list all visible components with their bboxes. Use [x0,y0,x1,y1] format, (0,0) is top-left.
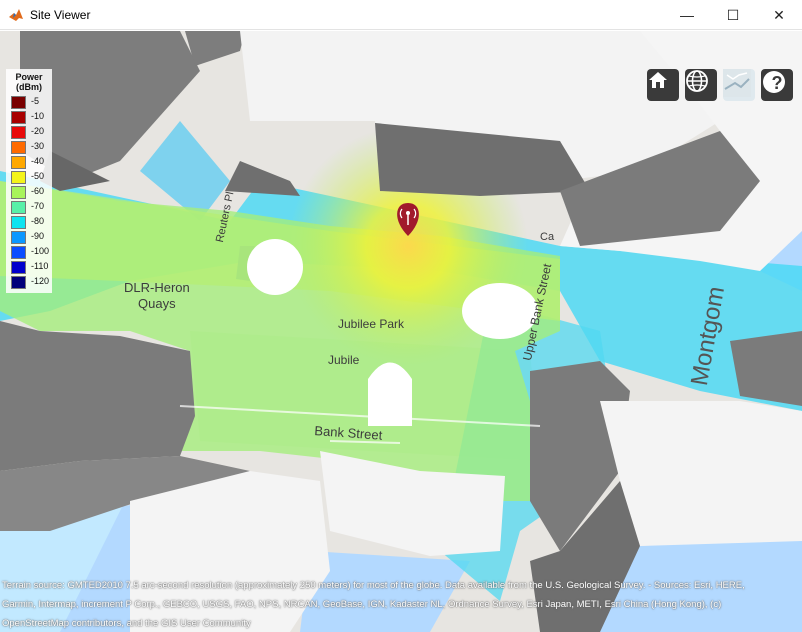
window-title: Site Viewer [30,8,91,22]
building-east-small [730,331,802,406]
maximize-icon: ☐ [726,6,740,23]
legend-row: -10 [11,110,51,124]
legend-row: -40 [11,155,51,169]
legend-label: -80 [31,216,45,226]
legend-swatch [11,111,26,124]
home-button[interactable] [647,69,679,101]
legend-row: -70 [11,200,51,214]
legend-label: -50 [31,171,45,181]
legend-row: -50 [11,170,51,184]
legend-row: -20 [11,125,51,139]
legend-row: -30 [11,140,51,154]
legend-swatch [11,246,26,259]
attribution-line-1: Terrain source: GMTED2010 7.5 arc-second… [2,580,745,591]
map-label-park-2: Jubile [328,353,360,367]
maximize-button[interactable]: ☐ [710,0,756,30]
legend-swatch [11,141,26,154]
legend-label: -120 [31,276,50,286]
legend-row: -100 [11,245,51,259]
legend-title-line-1: Power [15,72,43,82]
legend-title: Power (dBm) [6,72,52,92]
legend-swatch [11,231,26,244]
help-button[interactable]: ? [761,69,793,101]
power-legend: Power (dBm) -5 -10 -20 -30 -40 -50 -60 -70 -80 -9… [6,69,52,293]
map-label-ca: Ca [540,231,555,243]
map-label-quays: Quays [138,296,176,311]
legend-row: -5 [11,95,51,109]
legend-row: -60 [11,185,51,199]
legend-swatch [11,276,26,289]
legend-label: -5 [31,96,40,106]
legend-row: -120 [11,275,51,289]
legend-label: -30 [31,141,45,151]
home-icon [649,72,667,88]
legend-row: -80 [11,215,51,229]
legend-label: -100 [31,246,50,256]
globe-button[interactable] [685,69,717,101]
legend-label: -90 [31,231,45,241]
basemap-button[interactable] [723,69,755,101]
legend-swatch [11,261,26,274]
close-icon: ✕ [773,6,785,23]
minimize-button[interactable]: — [664,0,710,30]
map-canvas[interactable] [0,31,802,632]
minimize-icon: — [680,7,694,23]
legend-swatch [11,186,26,199]
legend-label: -10 [31,111,45,121]
attribution-line-3: OpenStreetMap contributors, and the GIS … [2,618,251,629]
map-label-dlr: DLR-Heron [124,280,190,295]
legend-label: -60 [31,186,45,196]
legend-swatch [11,201,26,214]
map-view[interactable]: DLR-Heron Quays Jubilee Park Jubile Bank… [0,31,802,632]
legend-label: -20 [31,126,45,136]
attribution-line-2: Garmin, Intermap, increment P Corp., GEB… [2,599,722,610]
basemap-icon [723,69,751,97]
legend-row: -90 [11,230,51,244]
map-label-park: Jubilee Park [338,317,405,331]
legend-swatch [11,216,26,229]
legend-label: -70 [31,201,45,211]
window-title-bar: Site Viewer — ☐ ✕ [0,0,802,30]
matlab-app-icon [9,9,23,21]
legend-swatch [11,171,26,184]
close-button[interactable]: ✕ [756,0,802,30]
legend-swatch [11,96,26,109]
legend-row: -110 [11,260,51,274]
help-glyph: ? [771,73,783,93]
globe-icon [686,70,708,92]
legend-label: -40 [31,156,45,166]
building-oval-west [247,239,303,295]
legend-title-line-2: (dBm) [16,82,42,92]
antenna-tip [406,211,410,215]
legend-label: -110 [31,261,49,271]
legend-swatch [11,126,26,139]
legend-swatch [11,156,26,169]
